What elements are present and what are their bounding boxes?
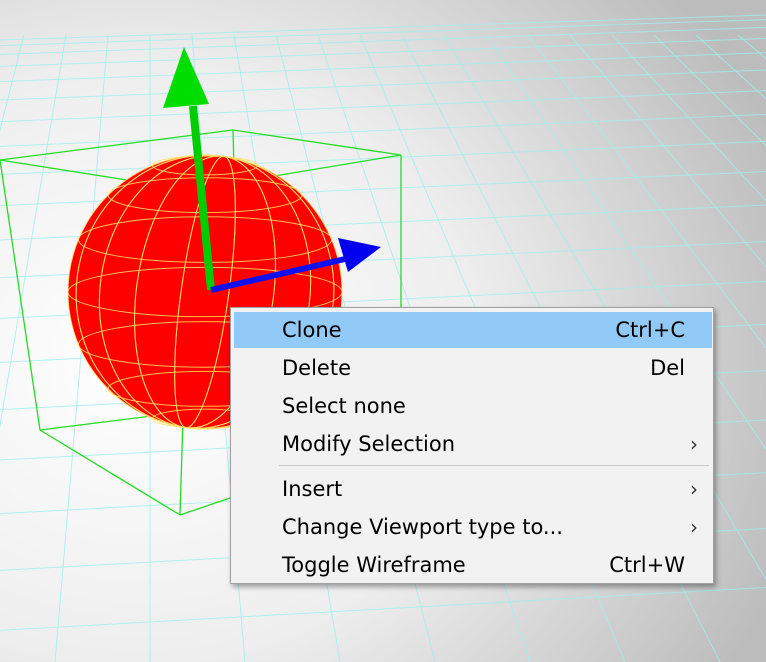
context-menu: Clone Ctrl+C Delete Del Select none Modi… xyxy=(230,307,714,584)
menu-item-modify-selection[interactable]: Modify Selection › xyxy=(234,426,712,462)
menu-item-label: Select none xyxy=(282,394,406,418)
menu-item-clone[interactable]: Clone Ctrl+C xyxy=(234,312,712,348)
menu-item-insert[interactable]: Insert › xyxy=(234,471,712,507)
menu-item-toggle-wireframe[interactable]: Toggle Wireframe Ctrl+W xyxy=(234,547,712,583)
submenu-chevron-icon: › xyxy=(690,515,698,539)
menu-item-label: Change Viewport type to... xyxy=(282,515,563,539)
submenu-chevron-icon: › xyxy=(690,477,698,501)
menu-item-label: Toggle Wireframe xyxy=(282,553,466,577)
menu-item-shortcut: Del xyxy=(650,356,685,380)
menu-item-change-viewport-type[interactable]: Change Viewport type to... › xyxy=(234,509,712,545)
menu-item-shortcut: Ctrl+C xyxy=(615,318,685,342)
menu-item-select-none[interactable]: Select none xyxy=(234,388,712,424)
menu-item-label: Delete xyxy=(282,356,351,380)
menu-item-label: Clone xyxy=(282,318,342,342)
submenu-chevron-icon: › xyxy=(690,432,698,456)
menu-separator xyxy=(279,465,709,466)
menu-item-label: Modify Selection xyxy=(282,432,456,456)
menu-item-label: Insert xyxy=(282,477,343,501)
menu-item-shortcut: Ctrl+W xyxy=(609,553,685,577)
menu-item-delete[interactable]: Delete Del xyxy=(234,350,712,386)
